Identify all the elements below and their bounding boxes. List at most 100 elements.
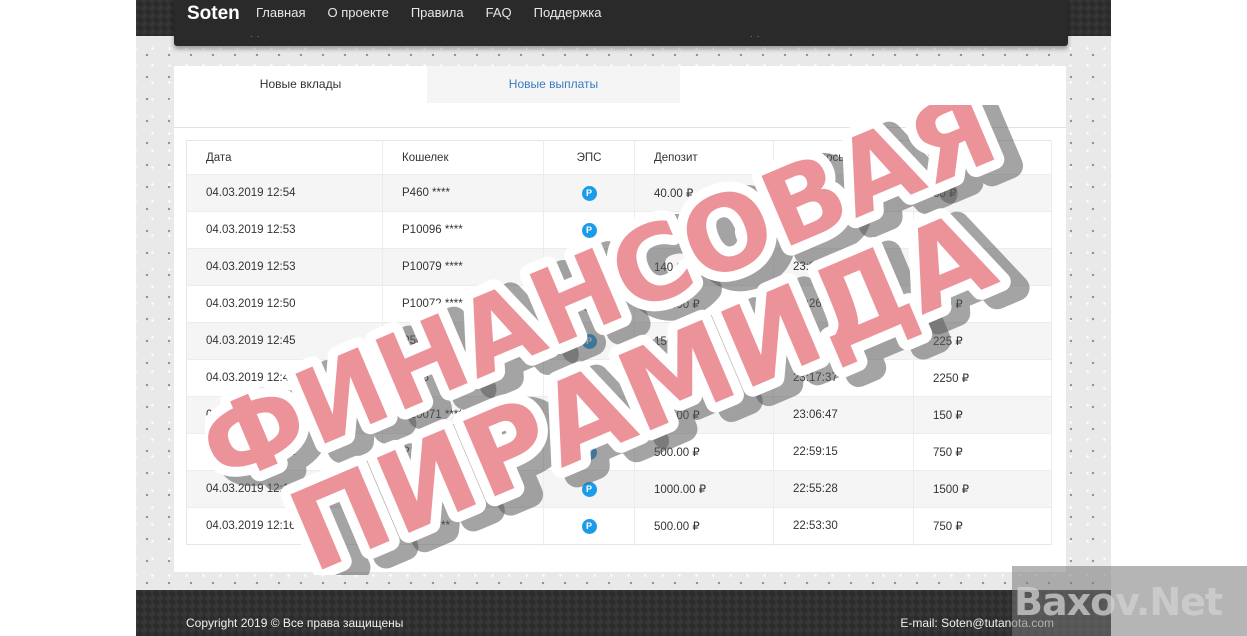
cell-deposit: 100.00 ₽ [634,285,774,323]
site-watermark: Baxov.Net [1014,580,1223,624]
table-row: 04.03.2019 12:22 P10030 **** P 500.00 ₽22:5… [186,433,1052,471]
cell-date: 04.03.2019 12:41 [186,359,383,397]
cell-remaining: 23:17:37 [773,359,914,397]
cell-remaining: 23:30:34 [773,211,914,249]
nav-home[interactable]: Главная [256,5,305,20]
col-deposit: Депозит [634,140,774,175]
cell-wallet: P955 **** [382,359,544,397]
cell-remaining: 23:06:47 [773,396,914,434]
cell-eps: P [543,470,635,508]
cell-date: 04.03.2019 12:30 [186,396,383,434]
cell-date: 04.03.2019 12:53 [186,211,383,249]
cell-date: 04.03.2019 12:18 [186,470,383,508]
cell-wallet: P925 **** [382,470,544,508]
payeer-icon: P [581,518,597,534]
table-row: 04.03.2019 12:30 P10071 **** P 100.00 ₽23:0… [186,396,1052,434]
payeer-icon: P [581,259,597,275]
payeer-icon: P [581,370,597,386]
nav-dots-left: · · [250,32,261,41]
cell-date: 04.03.2019 12:22 [186,433,383,471]
table-header-row: Дата Кошелек ЭПС Депозит Осталось На выв… [186,140,1052,175]
table-row: 04.03.2019 12:53 P10096 **** P 130.00 ₽23:3… [186,211,1052,249]
payeer-icon: P [581,444,597,460]
footer: Copyright 2019 © Все права защищены E-ma… [136,590,1111,636]
cell-eps: P [543,322,635,360]
cell-remaining: 23:22:23 [773,322,914,360]
col-payout: На вывод [913,140,1052,175]
cell-payout: 2250 ₽ [913,359,1052,397]
navbar: Soten Главная О проекте Правила FAQ Подд… [174,0,1068,46]
cell-date: 04.03.2019 12:50 [186,285,383,323]
cell-deposit: 140.00 ₽ [634,248,774,286]
cell-wallet: P506 **** [382,322,544,360]
cell-date: 04.03.2019 12:16 [186,507,383,545]
cell-payout: 225 ₽ [913,322,1052,360]
cell-wallet: P979 **** [382,507,544,545]
cell-wallet: P10071 **** [382,396,544,434]
cell-eps: P [543,507,635,545]
cell-date: 04.03.2019 12:54 [186,174,383,212]
cell-payout: 60 ₽ [913,174,1052,212]
deposits-panel: Новые вклады Новые выплаты Дата Кошелек … [174,66,1066,572]
cell-deposit: 500.00 ₽ [634,507,774,545]
cell-eps: P [543,396,635,434]
cell-payout: 750 ₽ [913,507,1052,545]
cell-date: 04.03.2019 12:53 [186,248,383,286]
cell-wallet: P460 **** [382,174,544,212]
cell-eps: P [543,359,635,397]
cell-payout: 210 ₽ [913,248,1052,286]
tab-bar: Новые вклады Новые выплаты [174,66,1066,128]
table-body: 04.03.2019 12:54 P460 **** P 40.00 ₽23:31:3… [186,174,1052,545]
col-date: Дата [186,140,383,175]
payeer-icon: P [581,185,597,201]
nav-dots-right: · · [750,32,761,41]
cell-payout: 195 ₽ [913,211,1052,249]
main-nav: Главная О проекте Правила FAQ Поддержка [256,5,623,20]
cell-deposit: 1500.00 ₽ [634,359,774,397]
cell-remaining: 23:31:30 [773,174,914,212]
cell-eps: P [543,174,635,212]
table-row: 04.03.2019 12:53 P10079 **** P 140.00 ₽23:2… [186,248,1052,286]
table-row: 04.03.2019 12:54 P460 **** P 40.00 ₽23:31:3… [186,174,1052,212]
table-row: 04.03.2019 12:16 P979 **** P 500.00 ₽22:53:… [186,507,1052,545]
payeer-icon: P [581,296,597,312]
tab-new-deposits[interactable]: Новые вклады [174,66,427,103]
cell-deposit: 40.00 ₽ [634,174,774,212]
cell-payout: 750 ₽ [913,433,1052,471]
cell-payout: 1500 ₽ [913,470,1052,508]
cell-wallet: P10030 **** [382,433,544,471]
cell-remaining: 23:29:41 [773,248,914,286]
cell-eps: P [543,433,635,471]
cell-remaining: 23:26:43 [773,285,914,323]
col-wallet: Кошелек [382,140,544,175]
col-eps: ЭПС [543,140,635,175]
nav-rules[interactable]: Правила [411,5,464,20]
cell-deposit: 1000.00 ₽ [634,470,774,508]
tab-new-payouts[interactable]: Новые выплаты [427,66,680,103]
copyright-text: Copyright 2019 © Все права защищены [186,616,404,630]
payeer-icon: P [581,333,597,349]
nav-support[interactable]: Поддержка [534,5,602,20]
brand-logo[interactable]: Soten [187,3,240,25]
cell-eps: P [543,211,635,249]
cell-date: 04.03.2019 12:45 [186,322,383,360]
cell-remaining: 22:53:30 [773,507,914,545]
cell-wallet: P10072 **** [382,285,544,323]
cell-payout: 150 ₽ [913,285,1052,323]
cell-deposit: 150.00 ₽ [634,322,774,360]
nav-faq[interactable]: FAQ [486,5,512,20]
col-remaining: Осталось [773,140,914,175]
cell-deposit: 100.00 ₽ [634,396,774,434]
cell-payout: 150 ₽ [913,396,1052,434]
cell-eps: P [543,248,635,286]
table-row: 04.03.2019 12:41 P955 **** P 1500.00 ₽23:17… [186,359,1052,397]
cell-wallet: P10079 **** [382,248,544,286]
payeer-icon: P [581,222,597,238]
cell-deposit: 130.00 ₽ [634,211,774,249]
table-row: 04.03.2019 12:18 P925 **** P 1000.00 ₽22:55… [186,470,1052,508]
cell-remaining: 22:59:15 [773,433,914,471]
cell-deposit: 500.00 ₽ [634,433,774,471]
nav-about[interactable]: О проекте [327,5,388,20]
deposits-table: Дата Кошелек ЭПС Депозит Осталось На выв… [186,140,1052,545]
cell-remaining: 22:55:28 [773,470,914,508]
